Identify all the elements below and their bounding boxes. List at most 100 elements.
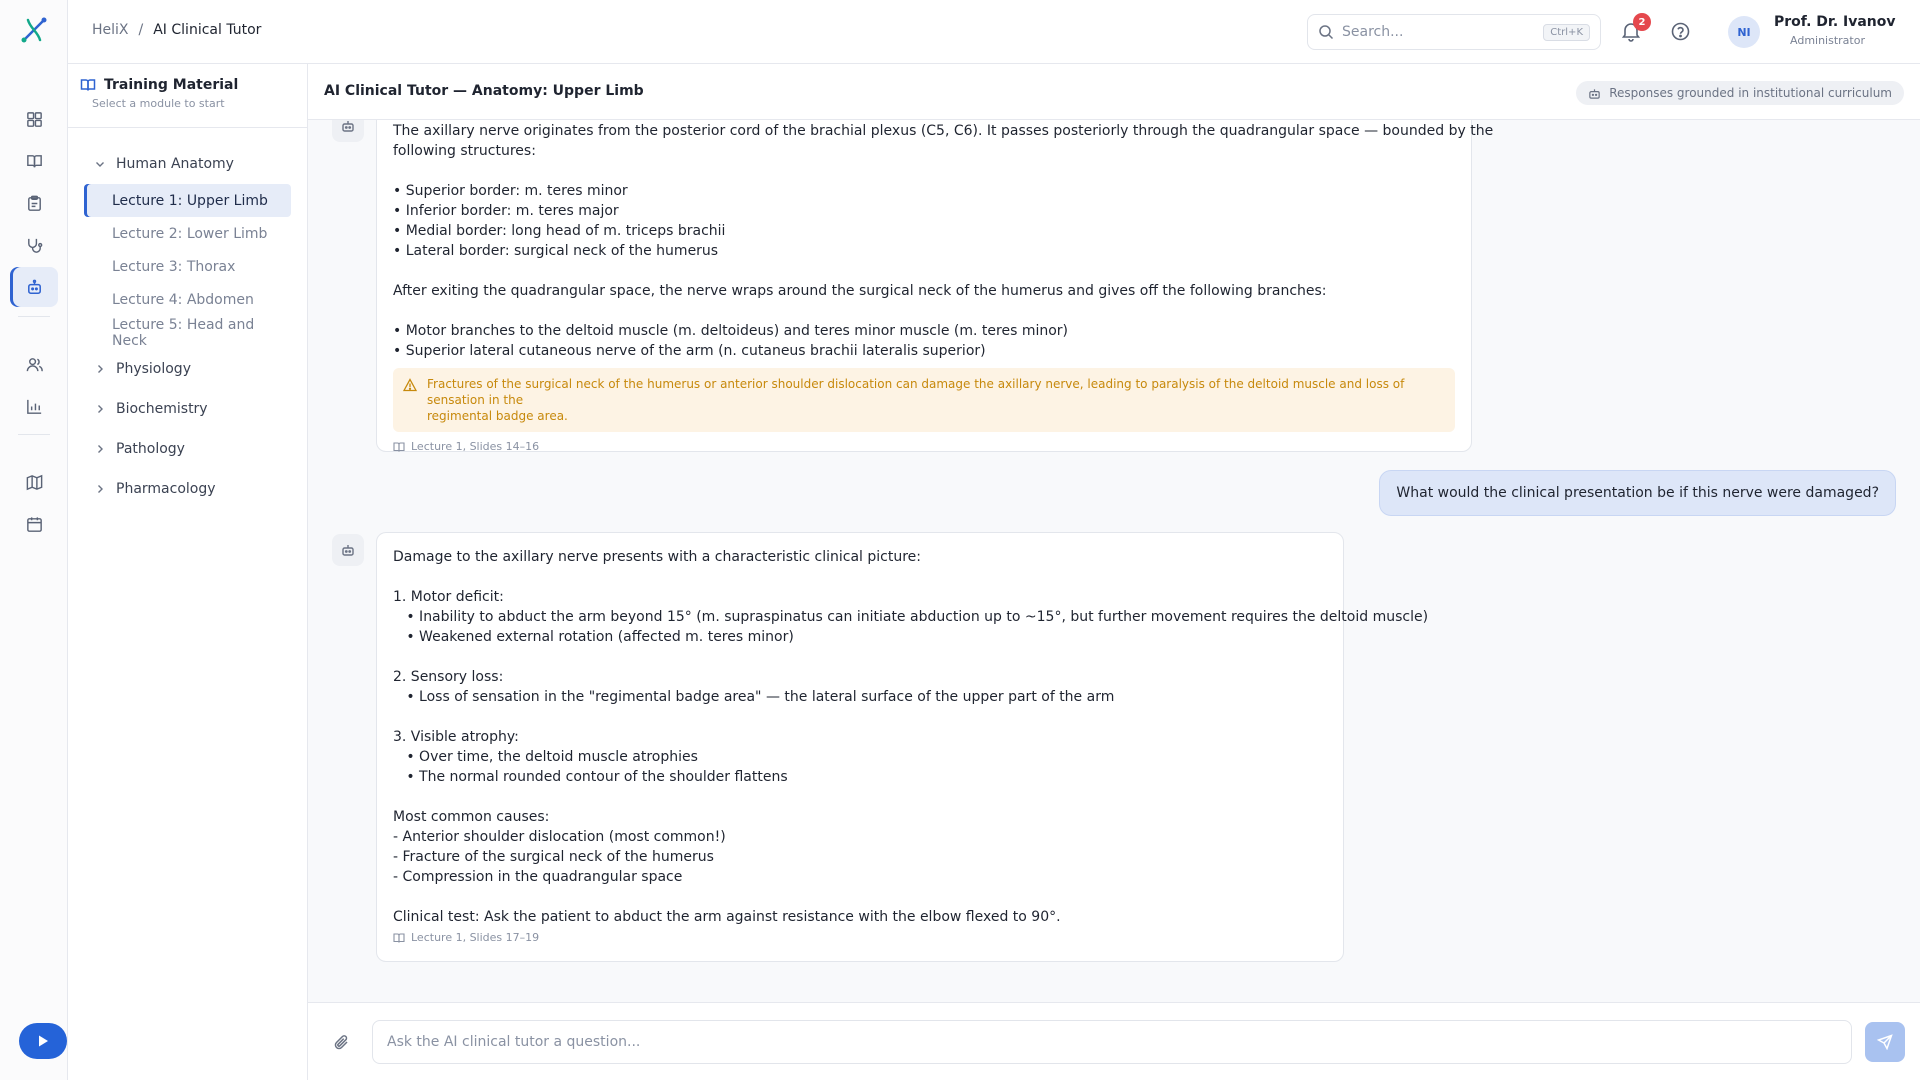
rail-ai-tutor[interactable] [10,267,58,307]
message-line: • Superior border: m. teres minor [393,183,628,199]
chat-title: AI Clinical Tutor — Anatomy: Upper Limb [324,83,644,99]
message-gap [393,261,1455,281]
chevron-right-icon [98,485,103,493]
lecture-item-upper-limb[interactable]: Lecture 1: Upper Limb [84,184,291,217]
message-line: 3. Visible atrophy: [393,729,519,745]
dashboard-icon [26,111,42,127]
message-line: Damage to the axillary nerve presents wi… [393,549,922,565]
source-label: Lecture 1, Slides 17–19 [411,931,540,944]
map-icon [26,474,42,490]
book-icon [393,441,405,452]
search-icon [1319,25,1334,40]
rail-divider [18,434,50,435]
play-icon [39,1035,48,1047]
user-role: Administrator [1790,34,1865,47]
message-gap [393,567,1327,587]
chat-header: AI Clinical Tutor — Anatomy: Upper Limb … [308,64,1920,120]
category-biochemistry[interactable]: Biochemistry [68,389,307,429]
source-citation[interactable]: Lecture 1, Slides 14–16 [393,440,1455,453]
warning-text-line: Fractures of the surgical neck of the hu… [427,377,1405,407]
message-line: - Anterior shoulder dislocation (most co… [393,829,726,845]
warning-icon [403,378,417,392]
rail-dashboard[interactable] [10,99,58,139]
source-citation[interactable]: Lecture 1, Slides 17–19 [393,931,1327,944]
message-line: Clinical test: Ask the patient to abduct… [393,909,1061,925]
message-line: • The normal rounded contour of the shou… [393,769,788,785]
category-label: Biochemistry [116,401,208,417]
rail-analytics[interactable] [10,386,58,426]
grounded-label: Responses grounded in institutional curr… [1609,86,1892,100]
lecture-item-abdomen[interactable]: Lecture 4: Abdomen [84,283,291,316]
rail-calendar[interactable] [10,504,58,544]
bot-avatar [332,120,364,142]
helix-logo-icon[interactable] [18,14,50,46]
calendar-icon [26,516,42,532]
panel-header: Training Material Select a module to sta… [68,64,307,128]
bot-icon [27,279,41,294]
clinical-warning: Fractures of the surgical neck of the hu… [393,368,1455,432]
bot-icon [1589,88,1600,99]
play-button[interactable] [19,1023,67,1059]
breadcrumb-root[interactable]: HeliX [92,22,129,38]
question-input[interactable] [372,1020,1852,1064]
message-line: - Compression in the quadrangular space [393,869,683,885]
message-line: • Superior lateral cutaneous nerve of th… [393,343,986,359]
warning-text-line: regimental badge area. [427,409,568,423]
lecture-item-lower-limb[interactable]: Lecture 2: Lower Limb [84,217,291,250]
chevron-down-icon [96,162,104,167]
paperclip-icon[interactable] [332,1033,352,1053]
message-line: • Lateral border: surgical neck of the h… [393,243,719,259]
rail-assignments[interactable] [10,183,58,223]
message-line: following structures: [393,143,536,159]
open-book-icon [80,79,96,91]
search-box[interactable]: Search... Ctrl+K [1307,14,1601,50]
rail-users[interactable] [10,344,58,384]
chevron-right-icon [98,365,103,373]
message-gap [393,887,1327,907]
chevron-right-icon [98,445,103,453]
help-icon[interactable] [1670,21,1691,42]
message-line: The axillary nerve originates from the p… [393,123,1494,139]
panel-title-text: Training Material [104,77,239,93]
notification-badge: 2 [1633,13,1651,31]
message-line: • Over time, the deltoid muscle atrophie… [393,749,698,765]
lecture-item-head-neck[interactable]: Lecture 5: Head and Neck [84,316,291,349]
message-line: • Loss of sensation in the "regimental b… [393,689,1115,705]
message-line: 2. Sensory loss: [393,669,504,685]
training-material-panel: Training Material Select a module to sta… [68,64,308,1080]
panel-title: Training Material [80,77,295,93]
bar-chart-icon [26,399,41,414]
category-pharmacology[interactable]: Pharmacology [68,469,307,509]
breadcrumb: HeliX / AI Clinical Tutor [92,22,261,38]
message-gap [393,301,1455,321]
avatar[interactable]: NI [1728,16,1760,48]
breadcrumb-separator: / [138,22,144,38]
category-label: Physiology [116,361,191,377]
user-name[interactable]: Prof. Dr. Ivanov [1774,14,1896,30]
users-icon [26,357,43,371]
rail-library[interactable] [10,141,58,181]
lecture-item-thorax[interactable]: Lecture 3: Thorax [84,250,291,283]
send-button[interactable] [1865,1022,1905,1062]
source-label: Lecture 1, Slides 14–16 [411,440,540,453]
rail-clinical[interactable] [10,225,58,265]
category-label: Pharmacology [116,481,216,497]
category-physiology[interactable]: Physiology [68,349,307,389]
message-gap [393,647,1327,667]
message-line: • Inferior border: m. teres major [393,203,619,219]
panel-subtitle: Select a module to start [92,97,225,110]
message-line: Most common causes: [393,809,550,825]
message-line: After exiting the quadrangular space, th… [393,283,1327,299]
rail-divider [18,316,50,317]
category-human-anatomy[interactable]: Human Anatomy [68,144,307,184]
category-pathology[interactable]: Pathology [68,429,307,469]
message-gap [393,787,1327,807]
grounded-badge: Responses grounded in institutional curr… [1576,81,1904,105]
assistant-message: The axillary nerve originates from the p… [376,120,1494,453]
bot-icon [342,121,354,132]
search-placeholder: Search... [1342,24,1404,40]
rail-map[interactable] [10,462,58,502]
message-line: 1. Motor deficit: [393,589,504,605]
chat-thread[interactable]: The axillary nerve originates from the p… [308,120,1920,1002]
book-icon [393,932,405,943]
